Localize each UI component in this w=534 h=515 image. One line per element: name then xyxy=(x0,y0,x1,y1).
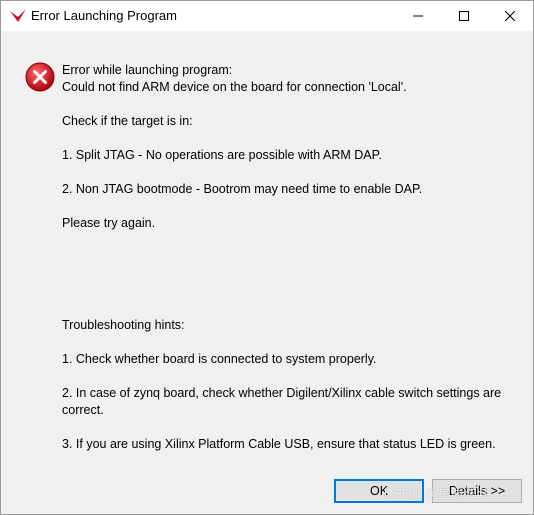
maximize-button[interactable] xyxy=(441,1,487,31)
retry-text: Please try again. xyxy=(62,216,156,230)
hints-heading: Troubleshooting hints: xyxy=(62,318,185,332)
close-icon xyxy=(505,11,515,21)
xilinx-logo-icon xyxy=(9,8,27,24)
close-button[interactable] xyxy=(487,1,533,31)
dialog-body: Error while launching program: Could not… xyxy=(1,31,533,514)
check-intro: Check if the target is in: xyxy=(62,114,193,128)
error-dialog-window: Error Launching Program Error while laun… xyxy=(0,0,534,515)
watermark: CSDN @星辰法斗 xyxy=(384,486,490,501)
window-title: Error Launching Program xyxy=(31,8,177,23)
check-item-1: 1. Split JTAG - No operations are possib… xyxy=(62,148,382,162)
hint-item-3: 3. If you are using Xilinx Platform Cabl… xyxy=(62,437,496,451)
maximize-icon xyxy=(459,11,469,21)
minimize-icon xyxy=(413,11,423,21)
minimize-button[interactable] xyxy=(395,1,441,31)
hint-item-1: 1. Check whether board is connected to s… xyxy=(62,352,377,366)
error-heading: Error while launching program: xyxy=(62,63,233,77)
error-icon xyxy=(25,62,55,92)
title-bar[interactable]: Error Launching Program xyxy=(1,1,533,31)
check-item-2: 2. Non JTAG bootmode - Bootrom may need … xyxy=(62,182,423,196)
error-detail: Could not find ARM device on the board f… xyxy=(62,80,407,94)
hint-item-2: 2. In case of zynq board, check whether … xyxy=(62,386,502,417)
